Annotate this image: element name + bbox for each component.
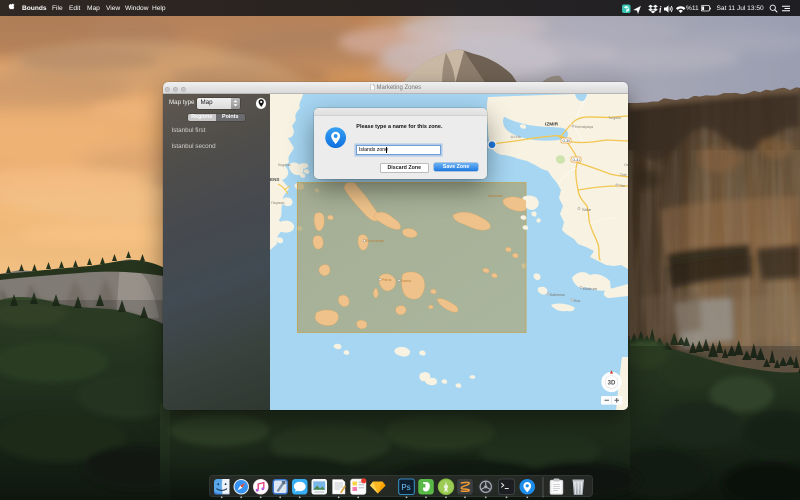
svg-text:Κηφισιά: Κηφισιά: [278, 163, 291, 167]
svg-text:O-31: O-31: [573, 158, 581, 162]
svg-text:Bodrum: Bodrum: [583, 286, 598, 291]
svg-text:Söke: Söke: [582, 207, 592, 212]
svg-text:Karlovasi: Karlovasi: [488, 194, 503, 198]
svg-text:Πειραιάς: Πειραιάς: [271, 201, 285, 205]
svg-text:3D: 3D: [608, 380, 616, 386]
svg-text:ENS: ENS: [270, 177, 279, 182]
svg-text:O-30: O-30: [563, 139, 571, 143]
svg-text:Turgutlu: Turgutlu: [608, 116, 621, 120]
svg-text:Kos: Kos: [574, 299, 580, 303]
svg-text:Kemalpaşa: Kemalpaşa: [575, 125, 593, 129]
svg-text:Urla: Urla: [514, 135, 521, 139]
svg-text:Öde: Öde: [620, 173, 627, 177]
svg-text:Naxos: Naxos: [401, 279, 411, 283]
svg-text:IZMIR: IZMIR: [545, 122, 559, 128]
svg-text:Oa: Oa: [624, 163, 628, 167]
svg-text:Ermoupolis: Ermoupolis: [366, 239, 384, 243]
svg-text:i: i: [659, 4, 662, 14]
svg-text:Tire: Tire: [619, 184, 625, 188]
svg-text:Páros: Páros: [382, 278, 392, 282]
svg-text:Ps: Ps: [401, 483, 410, 492]
svg-text:Kalimnos: Kalimnos: [550, 293, 565, 297]
